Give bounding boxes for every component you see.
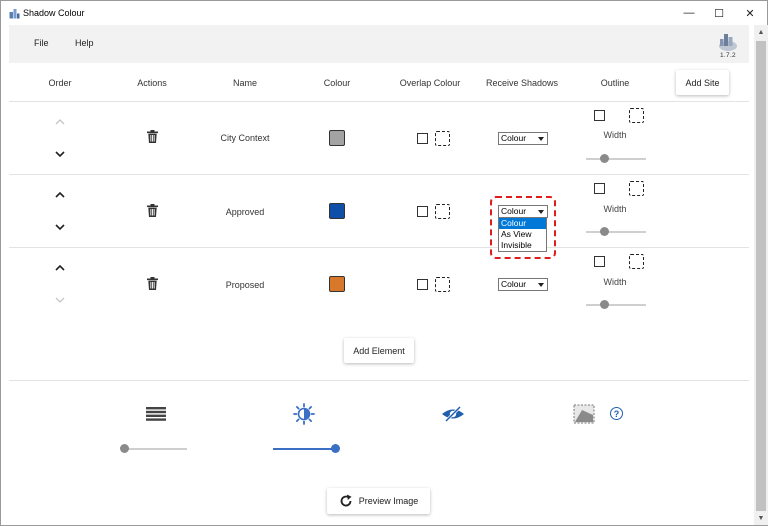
outline-checkbox[interactable] <box>594 110 605 121</box>
title-bar: Shadow Colour — ☐ ✕ <box>1 1 767 25</box>
header-outline: Outline <box>600 78 630 88</box>
app-icon <box>9 9 20 19</box>
minimize-button[interactable]: — <box>674 1 704 25</box>
header-actions: Actions <box>137 78 167 88</box>
outline-checkbox[interactable] <box>594 256 605 267</box>
outline-checkbox[interactable] <box>594 183 605 194</box>
row-name: Proposed <box>225 280 265 290</box>
width-label: Width <box>603 130 627 140</box>
close-icon: ✕ <box>745 7 755 20</box>
receive-shadows-select[interactable]: Colour <box>498 132 548 145</box>
trash-icon[interactable] <box>147 130 158 143</box>
row-name: Approved <box>225 207 265 217</box>
width-label: Width <box>603 277 627 287</box>
outline-colour-picker[interactable] <box>629 108 644 123</box>
scroll-up-arrow-icon[interactable]: ▲ <box>754 25 768 39</box>
shadow-plane-icon[interactable] <box>573 404 595 424</box>
brightness-slider[interactable] <box>273 448 337 450</box>
width-slider-thumb[interactable] <box>600 300 609 309</box>
refresh-icon <box>340 494 352 507</box>
chevron-down-icon[interactable] <box>55 151 65 157</box>
app-window: Shadow Colour — ☐ ✕ File Help 1.7.2 ▲ ▼ … <box>0 0 768 526</box>
vertical-scrollbar[interactable]: ▲ ▼ <box>754 25 768 525</box>
chevron-up-icon[interactable] <box>55 192 65 198</box>
version-text: 1.7.2 <box>720 52 736 59</box>
overlap-checkbox[interactable] <box>417 206 428 217</box>
add-site-button[interactable]: Add Site <box>676 70 729 95</box>
scroll-thumb[interactable] <box>756 41 766 511</box>
window-title: Shadow Colour <box>23 8 85 18</box>
section-divider <box>9 380 749 381</box>
chevron-down-icon <box>55 297 65 303</box>
colour-swatch[interactable] <box>329 203 345 219</box>
table-row: City Context Colour Width <box>9 102 749 174</box>
cloud-app-icon <box>719 34 737 51</box>
overlap-checkbox[interactable] <box>417 279 428 290</box>
select-value: Colour <box>501 279 527 289</box>
overlap-colour-picker[interactable] <box>435 131 450 146</box>
table-row: Approved Colour Width <box>9 175 749 247</box>
trash-icon[interactable] <box>147 204 158 217</box>
overlap-colour-picker[interactable] <box>435 277 450 292</box>
header-receive-shadows: Receive Shadows <box>485 78 559 88</box>
menu-help[interactable]: Help <box>75 38 94 48</box>
opacity-slider[interactable] <box>123 448 187 450</box>
outline-colour-picker[interactable] <box>629 254 644 269</box>
table-row: Proposed Colour Width <box>9 248 749 320</box>
close-button[interactable]: ✕ <box>735 1 765 25</box>
maximize-button[interactable]: ☐ <box>704 1 734 25</box>
receive-shadows-select[interactable]: Colour <box>498 278 548 291</box>
row-name: City Context <box>220 133 270 143</box>
header-name: Name <box>232 78 258 88</box>
help-icon[interactable]: ? <box>610 407 623 420</box>
overlap-checkbox[interactable] <box>417 133 428 144</box>
brightness-slider-thumb[interactable] <box>331 444 340 453</box>
colour-swatch[interactable] <box>329 276 345 292</box>
chevron-up-icon[interactable] <box>55 265 65 271</box>
width-slider-thumb[interactable] <box>600 227 609 236</box>
dropdown-highlight-annotation <box>490 196 556 259</box>
layers-icon[interactable] <box>146 407 166 421</box>
header-colour: Colour <box>323 78 351 88</box>
brightness-icon[interactable] <box>293 403 315 425</box>
chevron-up-icon <box>55 119 65 125</box>
width-label: Width <box>603 204 627 214</box>
preview-image-label: Preview Image <box>358 496 419 506</box>
chevron-down-icon[interactable] <box>55 224 65 230</box>
overlap-colour-picker[interactable] <box>435 204 450 219</box>
header-overlap-colour: Overlap Colour <box>399 78 461 88</box>
maximize-icon: ☐ <box>714 7 724 20</box>
preview-image-button[interactable]: Preview Image <box>327 488 430 514</box>
caret-down-icon <box>538 137 544 141</box>
width-slider[interactable] <box>586 304 646 306</box>
scroll-down-arrow-icon[interactable]: ▼ <box>754 511 768 525</box>
minimize-icon: — <box>683 7 695 19</box>
version-badge: 1.7.2 <box>715 29 741 59</box>
menu-file[interactable]: File <box>34 38 49 48</box>
width-slider[interactable] <box>586 231 646 233</box>
colour-swatch[interactable] <box>329 130 345 146</box>
width-slider[interactable] <box>586 158 646 160</box>
trash-icon[interactable] <box>147 277 158 290</box>
outline-colour-picker[interactable] <box>629 181 644 196</box>
hidden-eye-icon[interactable] <box>441 405 465 423</box>
caret-down-icon <box>538 283 544 287</box>
opacity-slider-thumb[interactable] <box>120 444 129 453</box>
header-order: Order <box>48 78 72 88</box>
add-element-button[interactable]: Add Element <box>344 338 414 363</box>
width-slider-thumb[interactable] <box>600 154 609 163</box>
menu-bar: File Help 1.7.2 <box>9 25 749 63</box>
select-value: Colour <box>501 133 527 143</box>
